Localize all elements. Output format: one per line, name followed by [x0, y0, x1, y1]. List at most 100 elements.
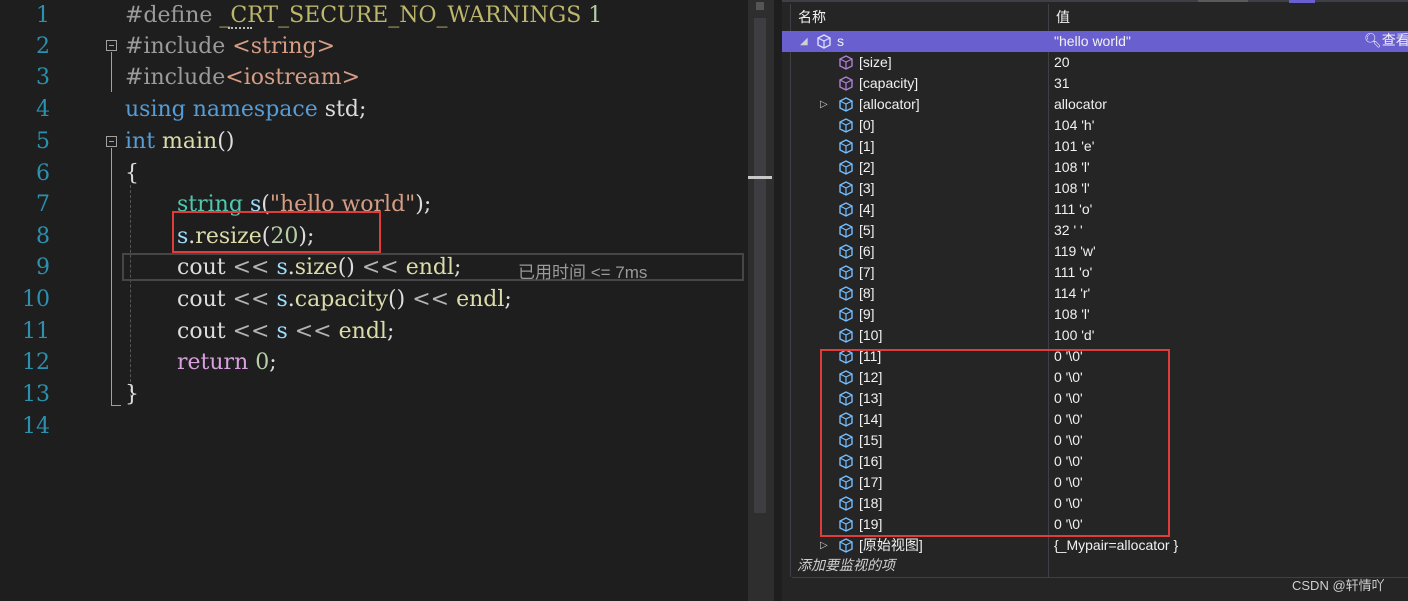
code-line-4[interactable]: using namespace std;	[125, 94, 366, 125]
field-icon	[838, 535, 854, 556]
watch-item-value[interactable]: 114 'r'	[1054, 283, 1090, 304]
watch-item-value[interactable]: 31	[1054, 73, 1070, 94]
field-icon	[838, 262, 854, 283]
annotation-box-null-chars	[820, 349, 1170, 537]
watch-item-name: [9]	[859, 306, 875, 322]
watch-row[interactable]: [7] 111 'o'	[782, 262, 1408, 283]
watch-row[interactable]: [10] 100 'd'	[782, 325, 1408, 346]
line-number: 7	[36, 192, 50, 217]
watch-row-root[interactable]: ◢ s "hello world"	[782, 31, 1408, 52]
watch-item-name: [size]	[859, 54, 892, 70]
perf-tip[interactable]: 已用时间 <= 7ms	[518, 258, 647, 283]
watch-row[interactable]: ▷ [allocator] allocator	[782, 94, 1408, 115]
fold-line	[111, 405, 121, 406]
watch-row[interactable]: [capacity] 31	[782, 73, 1408, 94]
watch-item-name: [2]	[859, 159, 875, 175]
add-watch-input[interactable]: 添加要监视的项	[797, 556, 895, 577]
scrollbar-position-marker	[748, 176, 772, 179]
field-icon	[838, 220, 854, 241]
code-editor[interactable]: 1 2 3 4 5 6 7 8 9 10 11 12 13 14 #define…	[0, 0, 748, 601]
watch-item-name: [capacity]	[859, 75, 919, 91]
editor-scrollbar[interactable]	[748, 0, 774, 601]
watch-item-value[interactable]: 104 'h'	[1054, 115, 1094, 136]
watch-item-name: [8]	[859, 285, 875, 301]
watch-item-value[interactable]: 111 'o'	[1054, 262, 1092, 283]
variable-icon	[816, 31, 832, 52]
collapse-arrow-icon[interactable]: ◢	[800, 31, 808, 52]
line-number: 11	[22, 319, 50, 344]
code-line-11[interactable]: cout << s << endl;	[177, 316, 394, 347]
fold-toggle-icon[interactable]	[106, 40, 117, 51]
field-icon	[838, 199, 854, 220]
fold-line	[111, 52, 112, 92]
expand-arrow-icon[interactable]: ▷	[820, 94, 828, 115]
watch-item-value[interactable]: 20	[1054, 52, 1070, 73]
view-label: 查看	[1381, 33, 1408, 49]
line-number: 13	[22, 382, 50, 407]
fold-toggle-icon[interactable]	[106, 136, 117, 147]
watch-row[interactable]: [3] 108 'l'	[782, 178, 1408, 199]
field-icon	[838, 283, 854, 304]
watch-row[interactable]: [4] 111 'o'	[782, 199, 1408, 220]
watch-item-value[interactable]: "hello world"	[1054, 31, 1131, 52]
watch-row[interactable]: [6] 119 'w'	[782, 241, 1408, 262]
code-line-9[interactable]: cout << s.size() << endl;	[177, 252, 461, 283]
column-header-value[interactable]: 值	[1056, 4, 1356, 30]
magnifier-icon: 🔍︎	[1364, 33, 1382, 49]
code-line-12[interactable]: return 0;	[177, 347, 277, 378]
code-line-1[interactable]: #define _CRT_SECURE_NO_WARNINGS 1	[125, 0, 602, 31]
scroll-marker	[756, 2, 764, 10]
watch-row[interactable]: [1] 101 'e'	[782, 136, 1408, 157]
watch-item-value[interactable]: 100 'd'	[1054, 325, 1094, 346]
line-number: 3	[36, 65, 50, 90]
watch-item-name: [allocator]	[859, 96, 920, 112]
watch-item-value[interactable]: 108 'l'	[1054, 178, 1090, 199]
code-line-3[interactable]: #include<iostream>	[125, 62, 360, 93]
watch-item-value[interactable]: 119 'w'	[1054, 241, 1096, 262]
view-button[interactable]: 🔍︎查看	[1364, 31, 1408, 52]
watch-item-value[interactable]: allocator	[1054, 94, 1107, 115]
watch-item-name: [4]	[859, 201, 875, 217]
line-number: 12	[22, 350, 50, 375]
field-icon	[838, 115, 854, 136]
watch-row[interactable]: ▷ [原始视图] {_Mypair=allocator }	[782, 535, 1408, 556]
field-icon	[838, 94, 854, 115]
watch-item-name: [10]	[859, 327, 883, 343]
watch-item-value[interactable]: 108 'l'	[1054, 157, 1090, 178]
watch-item-name: s	[837, 33, 844, 49]
squiggle-underline	[228, 24, 252, 29]
column-header-name[interactable]: 名称	[798, 4, 1048, 30]
watch-row[interactable]: [5] 32 ' '	[782, 220, 1408, 241]
code-line-6[interactable]: {	[125, 158, 139, 189]
watch-item-name: [7]	[859, 264, 875, 280]
watch-item-value[interactable]: {_Mypair=allocator }	[1054, 535, 1178, 556]
line-number: 14	[22, 414, 50, 439]
watch-item-value[interactable]: 108 'l'	[1054, 304, 1090, 325]
field-icon	[838, 157, 854, 178]
watch-row[interactable]: [0] 104 'h'	[782, 115, 1408, 136]
watch-row[interactable]: [8] 114 'r'	[782, 283, 1408, 304]
line-number: 6	[36, 161, 50, 186]
watch-item-value[interactable]: 101 'e'	[1054, 136, 1094, 157]
code-line-5[interactable]: int main()	[125, 126, 234, 157]
code-line-2[interactable]: #include <string>	[125, 31, 335, 62]
watch-row[interactable]: [size] 20	[782, 52, 1408, 73]
code-line-13[interactable]: }	[125, 379, 139, 410]
watch-item-name: [0]	[859, 117, 875, 133]
watch-item-name: [原始视图]	[859, 537, 923, 553]
line-number: 5	[36, 129, 50, 154]
expand-arrow-icon[interactable]: ▷	[820, 535, 828, 556]
line-number: 1	[36, 3, 50, 28]
line-number: 2	[36, 34, 50, 59]
line-number: 10	[22, 287, 50, 312]
code-line-10[interactable]: cout << s.capacity() << endl;	[177, 284, 512, 315]
field-icon	[838, 304, 854, 325]
watermark: CSDN @轩情吖	[1292, 578, 1385, 593]
watch-row[interactable]: [9] 108 'l'	[782, 304, 1408, 325]
watch-item-value[interactable]: 111 'o'	[1054, 199, 1092, 220]
watch-item-value[interactable]: 32 ' '	[1054, 220, 1083, 241]
field-icon	[838, 241, 854, 262]
line-number: 9	[36, 255, 50, 280]
scrollbar-track[interactable]	[754, 18, 766, 513]
watch-row[interactable]: [2] 108 'l'	[782, 157, 1408, 178]
